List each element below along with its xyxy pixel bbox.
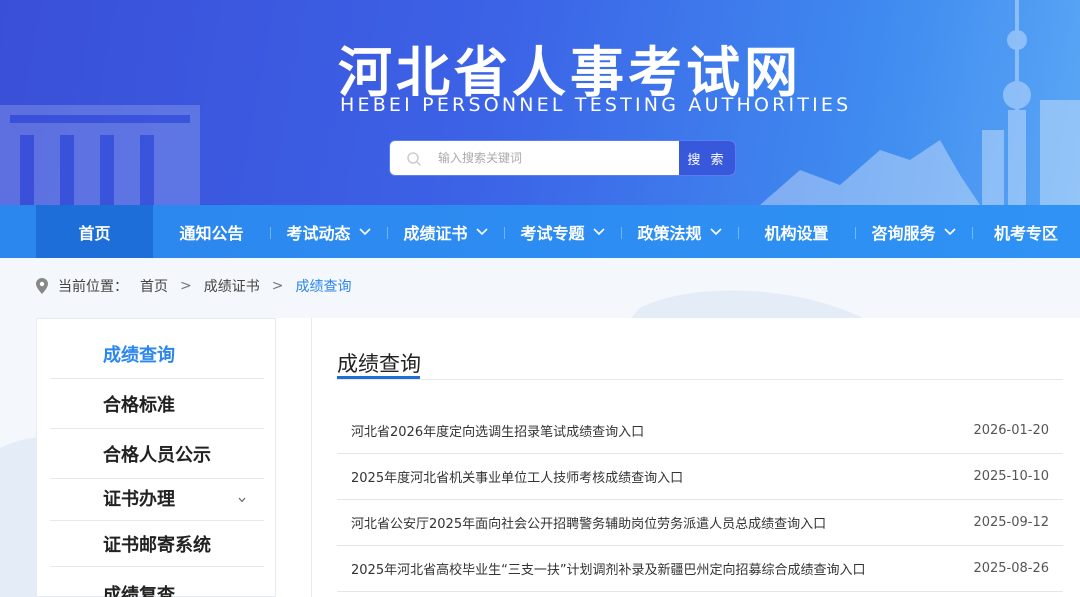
list-item[interactable]: 2025年度河北省机关事业单位工人技师考核成绩查询入口 2025-10-10 [337,454,1063,500]
sidebar-item-qualified-list[interactable]: 合格人员公示 [50,429,264,479]
list-item-title[interactable]: 2025年河北省高校毕业生“三支一扶”计划调剂补录及新疆巴州定向招募综合成绩查询… [351,559,866,578]
list-item-title[interactable]: 2025年度河北省机关事业单位工人技师考核成绩查询入口 [351,467,683,486]
chevron-down-icon [358,227,371,235]
chevron-down-icon [943,227,956,235]
list-item-date: 2025-10-10 [973,469,1049,484]
breadcrumb-prefix: 当前位置： [58,279,128,295]
sidebar-item-certificate-processing[interactable]: 证书办理 [50,475,264,521]
breadcrumb: 当前位置： 首页 > 成绩证书 > 成绩查询 [36,276,351,296]
nav-item-home[interactable]: 首页 [36,205,153,258]
nav-item-organization[interactable]: 机构设置 [738,205,855,258]
list-item-date: 2025-09-12 [973,515,1049,530]
main-nav: 首页 通知公告 考试动态 成绩证书 考试专题 政策法规 机构设置 咨询服务 机考… [0,205,1080,258]
list-item-title[interactable]: 河北省2026年度定向选调生招录笔试成绩查询入口 [351,421,644,440]
nav-item-exam-topics[interactable]: 考试专题 [504,205,621,258]
list-item[interactable]: 河北省公安厅2025年面向社会公开招聘警务辅助岗位劳务派遣人员总成绩查询入口 2… [337,500,1063,546]
list-item[interactable]: 河北省2026年度定向选调生招录笔试成绩查询入口 2026-01-20 [337,408,1063,454]
location-pin-icon [36,278,48,294]
nav-item-notices[interactable]: 通知公告 [153,205,270,258]
list-item[interactable]: 2025年河北省高校毕业生“三支一扶”计划调剂补录及新疆巴州定向招募综合成绩查询… [337,546,1063,592]
building-decoration-icon [0,105,200,205]
search-button[interactable]: 搜 索 [679,141,735,175]
sidebar-item-pass-standard[interactable]: 合格标准 [50,379,264,429]
title-underline [337,376,420,379]
sidebar-item-score-review[interactable]: 成绩复查 [50,569,264,597]
chevron-down-icon [238,497,246,503]
sidebar-item-certificate-mail[interactable]: 证书邮寄系统 [50,521,264,567]
breadcrumb-home[interactable]: 首页 [140,276,168,296]
sidebar-spacer [276,318,312,597]
list-item-date: 2025-08-26 [973,561,1049,576]
sidebar-item-score-query[interactable]: 成绩查询 [50,329,264,379]
chevron-down-icon [592,227,605,235]
list-item-date: 2026-01-20 [973,423,1049,438]
site-header: 河北省人事考试网 HEBEI PERSONNEL TESTING AUTHORI… [0,0,1080,205]
sidebar: 成绩查询 合格标准 合格人员公示 证书办理 证书邮寄系统 成绩复查 [36,318,276,597]
site-subtitle: HEBEI PERSONNEL TESTING AUTHORITIES [340,94,852,116]
page-title: 成绩查询 [337,352,421,376]
chevron-down-icon [709,227,722,235]
breadcrumb-current[interactable]: 成绩查询 [295,276,351,296]
chevron-down-icon [475,227,488,235]
main-content: 成绩查询 河北省2026年度定向选调生招录笔试成绩查询入口 2026-01-20… [312,318,1080,597]
nav-item-computer-exam[interactable]: 机考专区 [972,205,1080,258]
breadcrumb-scores-certificates[interactable]: 成绩证书 [204,276,260,296]
nav-item-consulting[interactable]: 咨询服务 [855,205,972,258]
title-divider [337,379,1063,380]
nav-item-policies[interactable]: 政策法规 [621,205,738,258]
list-item-title[interactable]: 河北省公安厅2025年面向社会公开招聘警务辅助岗位劳务派遣人员总成绩查询入口 [351,513,826,532]
nav-item-scores-certificates[interactable]: 成绩证书 [387,205,504,258]
breadcrumb-separator: > [271,278,284,294]
search-icon [407,152,422,167]
breadcrumb-separator: > [180,278,192,294]
nav-item-exam-news[interactable]: 考试动态 [270,205,387,258]
search-box: 搜 索 [389,140,736,176]
search-input[interactable] [438,141,678,175]
